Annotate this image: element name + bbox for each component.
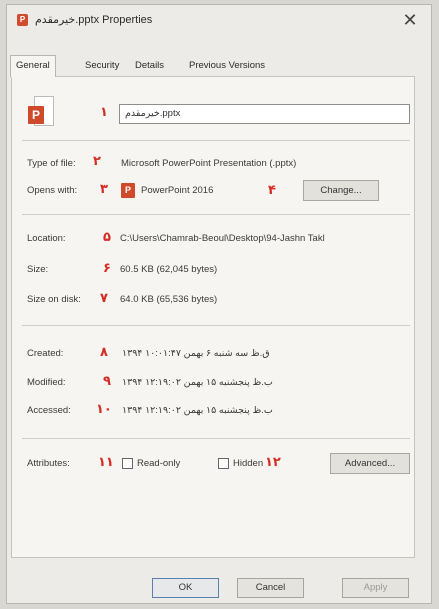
annotation-11: ۱۱: [98, 455, 114, 470]
powerpoint-app-icon: P: [121, 183, 135, 198]
attributes-label: Attributes:: [27, 458, 70, 469]
read-only-label: Read-only: [137, 458, 181, 469]
type-of-file-label: Type of file:: [27, 158, 76, 169]
location-label: Location:: [27, 233, 66, 244]
separator-3: [22, 325, 410, 326]
annotation-2: ۲: [93, 154, 101, 169]
annotation-12: ۱۲: [265, 455, 281, 470]
close-button[interactable]: ✕: [399, 9, 421, 31]
tab-strip: General Security Details Previous Versio…: [10, 55, 414, 77]
accessed-label: Accessed:: [27, 405, 71, 416]
advanced-button[interactable]: Advanced...: [330, 453, 410, 474]
tab-previous-versions[interactable]: Previous Versions: [189, 55, 265, 77]
general-tab-panel: [11, 76, 415, 558]
ok-button[interactable]: OK: [152, 578, 219, 598]
size-label: Size:: [27, 264, 49, 275]
cancel-button[interactable]: Cancel: [237, 578, 304, 598]
opens-with-label: Opens with:: [27, 185, 78, 196]
hidden-checkbox[interactable]: [218, 458, 229, 469]
accessed-value: ۱۳۹۴ ب.ظ پنجشنبه ۱۵ بهمن ۱۲:۱۹:۰۲: [122, 405, 273, 416]
annotation-1: ۱: [100, 105, 108, 120]
read-only-checkbox[interactable]: [122, 458, 133, 469]
separator-4: [22, 438, 410, 439]
hidden-label: Hidden: [233, 458, 264, 469]
separator-1: [22, 140, 410, 141]
title-bar: P خیرمقدم.pptx Properties ✕: [7, 5, 431, 35]
opens-with-value: PowerPoint 2016: [141, 185, 214, 196]
modified-label: Modified:: [27, 377, 66, 388]
size-on-disk-label: Size on disk:: [27, 294, 81, 305]
annotation-7: ۷: [100, 291, 108, 306]
size-on-disk-value: 64.0 KB (65,536 bytes): [120, 294, 218, 305]
annotation-5: ۵: [103, 230, 111, 245]
separator-2: [22, 214, 410, 215]
created-label: Created:: [27, 348, 64, 359]
type-of-file-value: Microsoft PowerPoint Presentation (.pptx…: [121, 158, 297, 169]
created-value: ۱۳۹۴ ق.ظ سه شنبه ۶ بهمن ۱۰:۰۱:۴۷: [122, 348, 270, 359]
powerpoint-title-icon: P: [17, 14, 28, 26]
powerpoint-file-icon: P: [28, 96, 56, 130]
modified-value: ۱۳۹۴ ب.ظ پنجشنبه ۱۵ بهمن ۱۲:۱۹:۰۲: [122, 377, 273, 388]
tab-security[interactable]: Security: [85, 55, 119, 77]
annotation-6: ۶: [103, 261, 111, 276]
file-name-field[interactable]: خیرمقدم.pptx: [119, 104, 410, 124]
tab-details[interactable]: Details: [135, 55, 164, 77]
apply-button[interactable]: Apply: [342, 578, 409, 598]
annotation-8: ۸: [100, 345, 108, 360]
annotation-10: ۱۰: [96, 402, 112, 417]
annotation-9: ۹: [103, 374, 111, 389]
window-title: خیرمقدم.pptx Properties: [35, 14, 153, 26]
size-value: 60.5 KB (62,045 bytes): [120, 264, 218, 275]
location-value: C:\Users\Chamrab-Beoul\Desktop\94-Jashn …: [120, 233, 325, 244]
tab-general[interactable]: General: [10, 55, 56, 77]
annotation-4: ۴: [268, 183, 276, 198]
change-button[interactable]: Change...: [303, 180, 379, 201]
annotation-3: ۳: [100, 182, 108, 197]
powerpoint-badge: P: [28, 106, 44, 124]
